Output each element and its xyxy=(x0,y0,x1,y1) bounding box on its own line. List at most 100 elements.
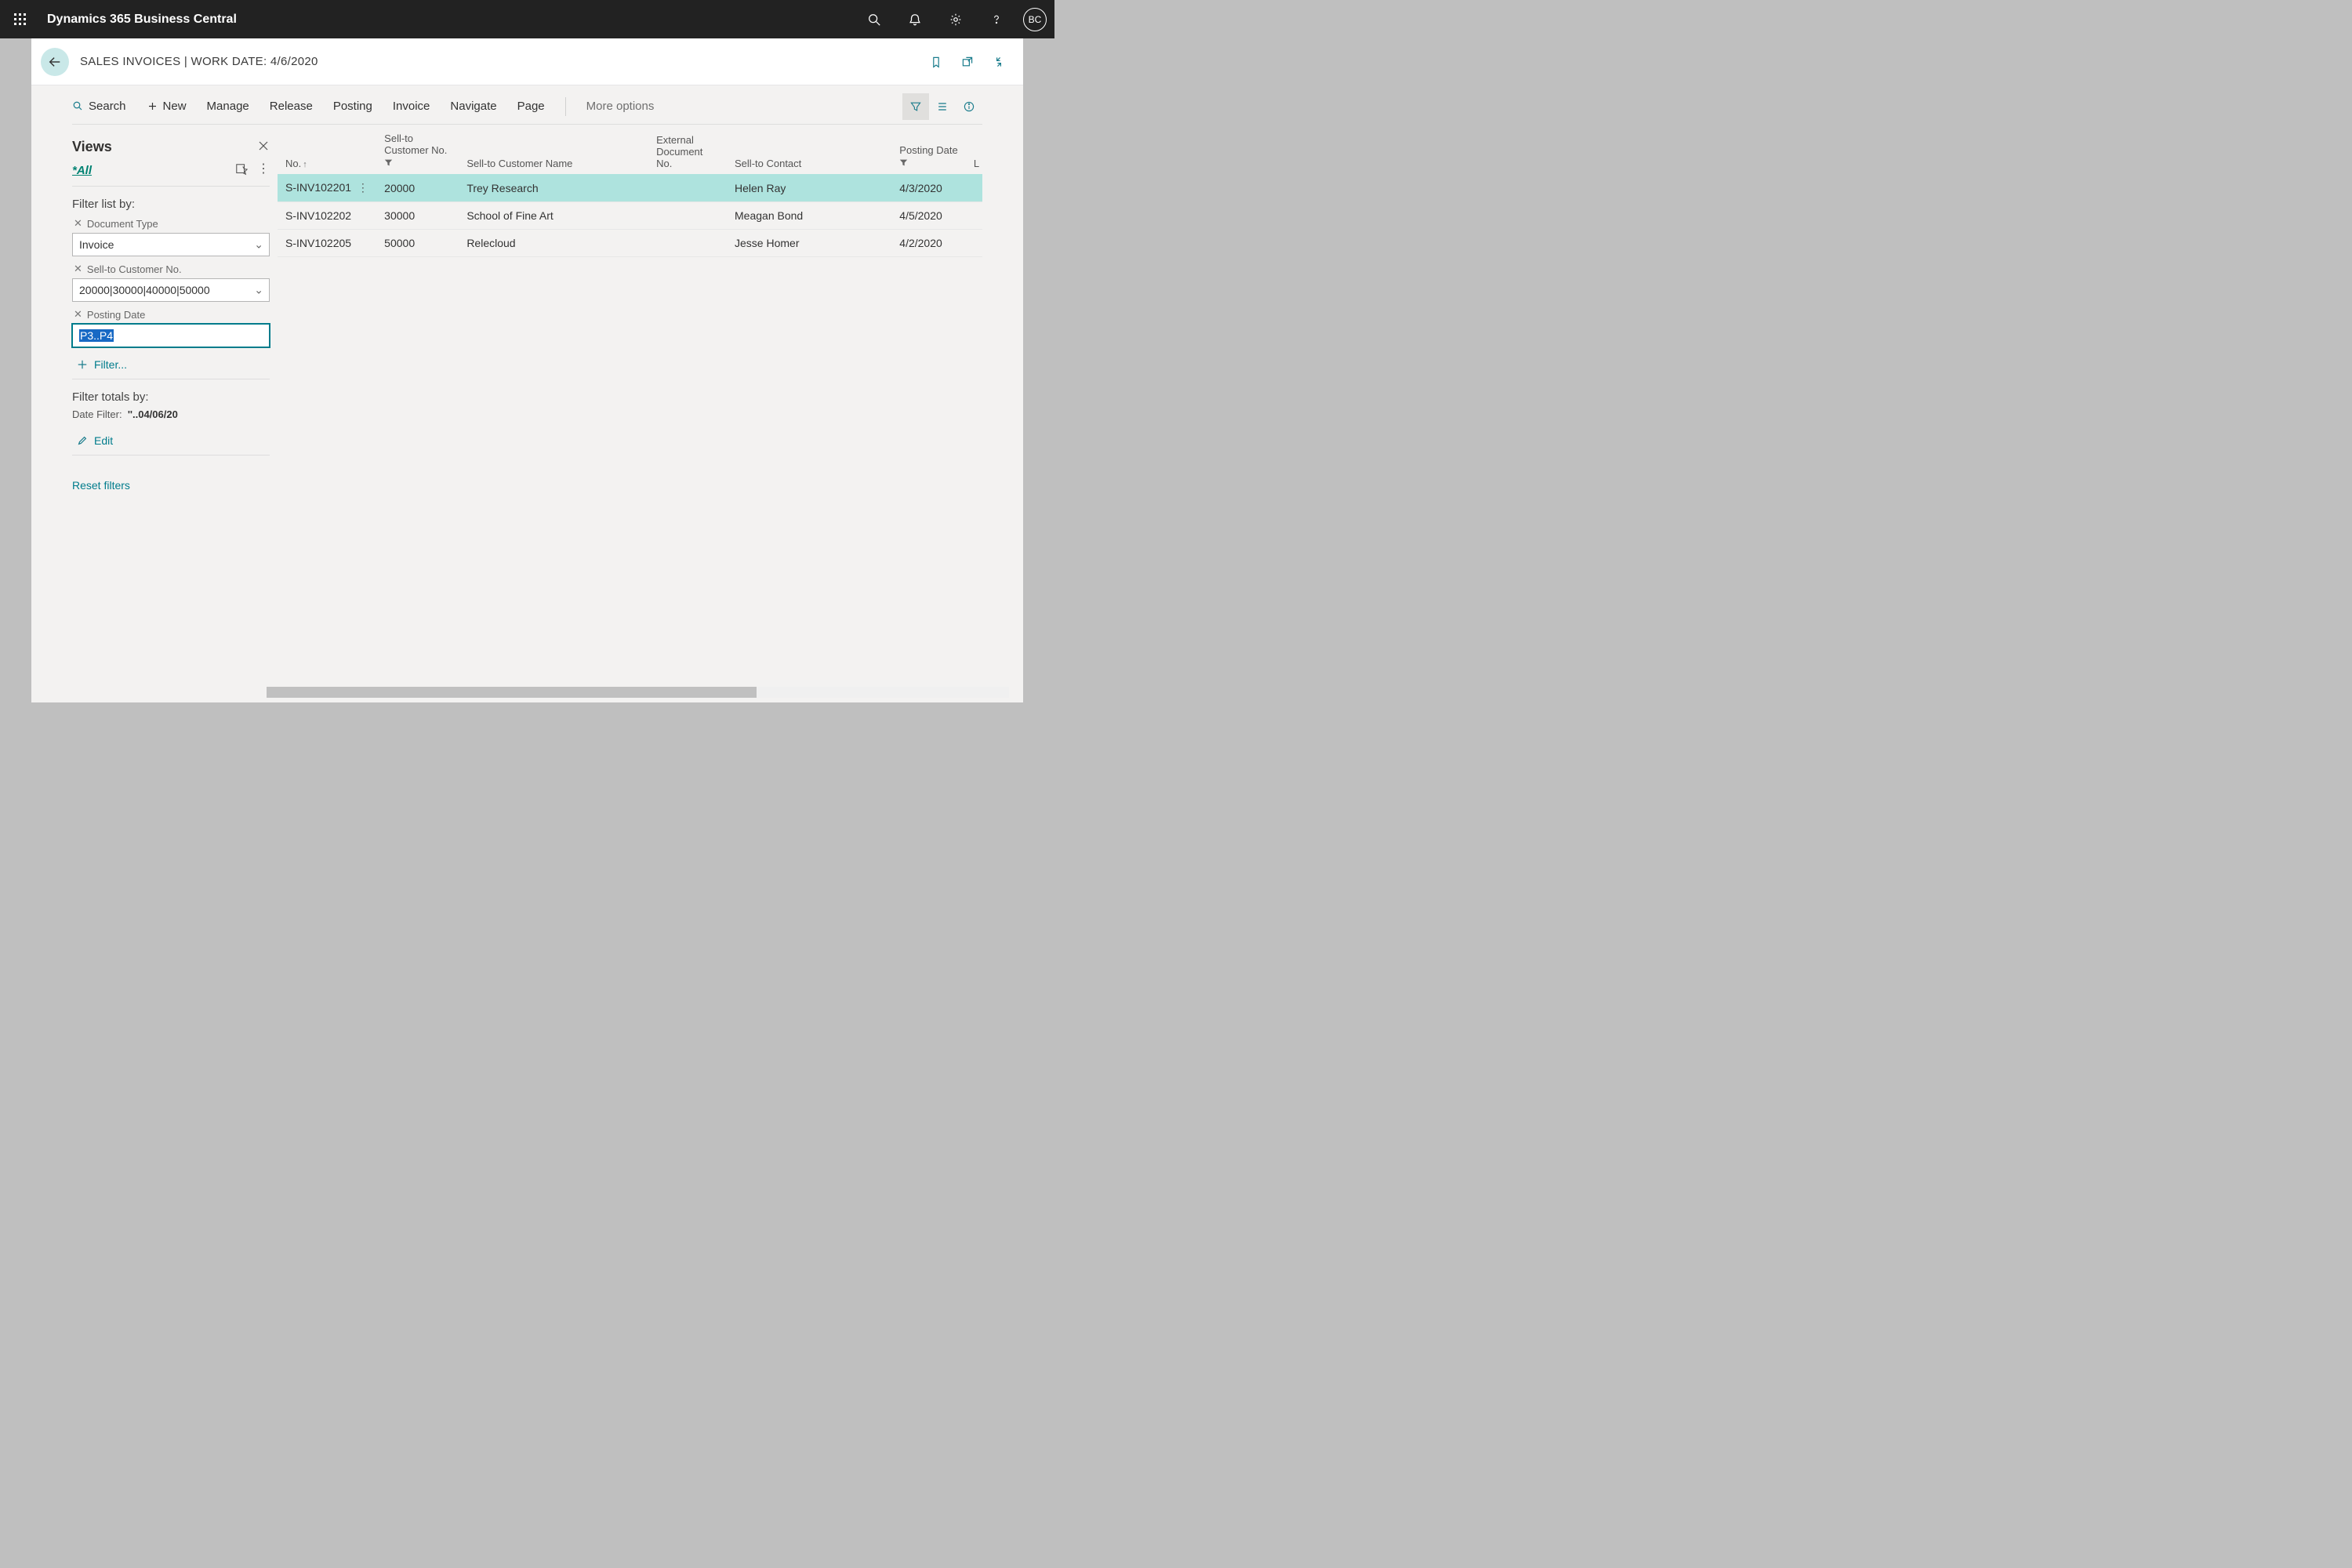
table-row[interactable]: S-INV10220550000Relecloud Jesse Homer4/2/… xyxy=(278,230,982,257)
col-header-customer-no[interactable]: Sell-to Customer No. xyxy=(376,128,459,174)
cell-customer-no[interactable]: 50000 xyxy=(376,230,459,257)
posting-date-input[interactable]: P3..P4 xyxy=(72,324,270,347)
new-button[interactable]: New xyxy=(147,100,187,113)
cell-customer-name: School of Fine Art xyxy=(459,202,648,230)
cell-l xyxy=(966,202,982,230)
new-label: New xyxy=(163,100,187,113)
manage-menu[interactable]: Manage xyxy=(207,100,249,113)
workspace: Search New Manage Release Posting Invoic… xyxy=(31,85,1023,702)
search-icon[interactable] xyxy=(857,2,891,37)
col-header-no[interactable]: No.↑ xyxy=(278,128,376,174)
help-icon[interactable] xyxy=(979,2,1014,37)
remove-filter-customer-no-icon[interactable]: ✕ xyxy=(74,263,82,275)
cell-contact: Meagan Bond xyxy=(727,202,891,230)
document-type-select[interactable] xyxy=(72,233,270,256)
filter-label: Posting Date xyxy=(87,309,145,321)
cell-l xyxy=(966,230,982,257)
navigate-menu[interactable]: Navigate xyxy=(450,100,496,113)
view-all-link[interactable]: *All xyxy=(72,164,92,177)
cell-external-doc xyxy=(648,230,727,257)
cell-no[interactable]: S-INV102202 xyxy=(278,202,376,230)
add-filter-label: Filter... xyxy=(94,358,127,371)
cell-external-doc xyxy=(648,174,727,202)
edit-label: Edit xyxy=(94,434,113,447)
cell-posting-date: 4/2/2020 xyxy=(891,230,966,257)
col-header-customer-name[interactable]: Sell-to Customer Name xyxy=(459,128,648,174)
view-more-icon[interactable]: ⋮ xyxy=(257,163,270,178)
search-button[interactable]: Search xyxy=(72,100,126,113)
page-header: SALES INVOICES | WORK DATE: 4/6/2020 xyxy=(31,38,1023,85)
bookmark-icon[interactable] xyxy=(927,53,945,71)
cell-no[interactable]: S-INV102201 ⋮ xyxy=(278,174,376,202)
date-filter-value: ''..04/06/20 xyxy=(128,408,178,420)
filter-label: Document Type xyxy=(87,218,158,230)
open-new-window-icon[interactable] xyxy=(959,53,976,71)
page-title: SALES INVOICES | WORK DATE: 4/6/2020 xyxy=(80,55,318,68)
save-view-icon[interactable] xyxy=(235,163,248,178)
cell-posting-date: 4/3/2020 xyxy=(891,174,966,202)
cell-customer-name: Relecloud xyxy=(459,230,648,257)
table-row[interactable]: S-INV102201 ⋮20000Trey ResearchHelen Ray… xyxy=(278,174,982,202)
content-area: Views *All ⋮ Filter list by: xyxy=(72,125,982,702)
more-options-menu[interactable]: More options xyxy=(586,100,655,113)
settings-icon[interactable] xyxy=(938,2,973,37)
posting-date-value: P3..P4 xyxy=(79,329,114,342)
date-filter-label: Date Filter: xyxy=(72,408,122,420)
views-title: Views xyxy=(72,139,112,155)
cell-customer-no[interactable]: 30000 xyxy=(376,202,459,230)
sales-invoices-table: No.↑ Sell-to Customer No. Sell-to Custom… xyxy=(278,128,982,257)
filter-document-type: ✕ Document Type ⌄ xyxy=(72,217,270,256)
release-menu[interactable]: Release xyxy=(270,100,313,113)
date-filter-row: Date Filter: ''..04/06/20 xyxy=(72,408,270,420)
table-row[interactable]: S-INV10220230000School of Fine Art Meagan… xyxy=(278,202,982,230)
app-title: Dynamics 365 Business Central xyxy=(47,13,237,27)
remove-filter-document-type-icon[interactable]: ✕ xyxy=(74,217,82,230)
page-menu[interactable]: Page xyxy=(517,100,545,113)
add-filter-button[interactable]: Filter... xyxy=(72,355,270,374)
filter-pane-toggle-icon[interactable] xyxy=(902,93,929,120)
cell-no[interactable]: S-INV102205 xyxy=(278,230,376,257)
cell-customer-no[interactable]: 20000 xyxy=(376,174,459,202)
sort-asc-icon: ↑ xyxy=(303,160,307,169)
col-header-l[interactable]: L xyxy=(966,128,982,174)
global-top-bar: Dynamics 365 Business Central BC xyxy=(0,0,1054,38)
divider xyxy=(72,455,270,456)
edit-total-filter-button[interactable]: Edit xyxy=(72,431,270,450)
table-header-row: No.↑ Sell-to Customer No. Sell-to Custom… xyxy=(278,128,982,174)
info-icon[interactable] xyxy=(956,93,982,120)
collapse-icon[interactable] xyxy=(990,53,1007,71)
filter-label: Sell-to Customer No. xyxy=(87,263,182,275)
filter-list-label: Filter list by: xyxy=(72,198,270,211)
cell-external-doc xyxy=(648,202,727,230)
list-view-icon[interactable] xyxy=(929,93,956,120)
filter-pane: Views *All ⋮ Filter list by: xyxy=(72,125,278,702)
notifications-icon[interactable] xyxy=(898,2,932,37)
filter-posting-date: ✕ Posting Date P3..P4 xyxy=(72,308,270,347)
back-button[interactable] xyxy=(41,48,69,76)
data-table-area: No.↑ Sell-to Customer No. Sell-to Custom… xyxy=(278,125,982,702)
command-bar: Search New Manage Release Posting Invoic… xyxy=(72,85,982,125)
reset-filters-link[interactable]: Reset filters xyxy=(72,479,130,492)
horizontal-scrollbar[interactable] xyxy=(267,687,1009,698)
col-header-external-doc[interactable]: External Document No. xyxy=(648,128,727,174)
col-header-contact[interactable]: Sell-to Contact xyxy=(727,128,891,174)
app-launcher-icon[interactable] xyxy=(11,10,30,29)
invoice-menu[interactable]: Invoice xyxy=(393,100,430,113)
col-header-posting-date[interactable]: Posting Date xyxy=(891,128,966,174)
cell-contact: Jesse Homer xyxy=(727,230,891,257)
filter-customer-no: ✕ Sell-to Customer No. ⌄ xyxy=(72,263,270,302)
row-more-icon[interactable]: ⋮ xyxy=(358,181,368,194)
scrollbar-thumb[interactable] xyxy=(267,687,757,698)
cell-posting-date: 4/5/2020 xyxy=(891,202,966,230)
user-avatar[interactable]: BC xyxy=(1023,8,1047,31)
search-label: Search xyxy=(89,100,126,113)
cell-customer-name: Trey Research xyxy=(459,174,648,202)
filter-icon xyxy=(384,158,451,169)
divider xyxy=(72,186,270,187)
remove-filter-posting-date-icon[interactable]: ✕ xyxy=(74,308,82,321)
customer-no-input[interactable] xyxy=(72,278,270,302)
posting-menu[interactable]: Posting xyxy=(333,100,372,113)
cell-l xyxy=(966,174,982,202)
main-frame: SALES INVOICES | WORK DATE: 4/6/2020 Sea… xyxy=(31,38,1023,702)
close-filter-pane-icon[interactable] xyxy=(257,140,270,154)
